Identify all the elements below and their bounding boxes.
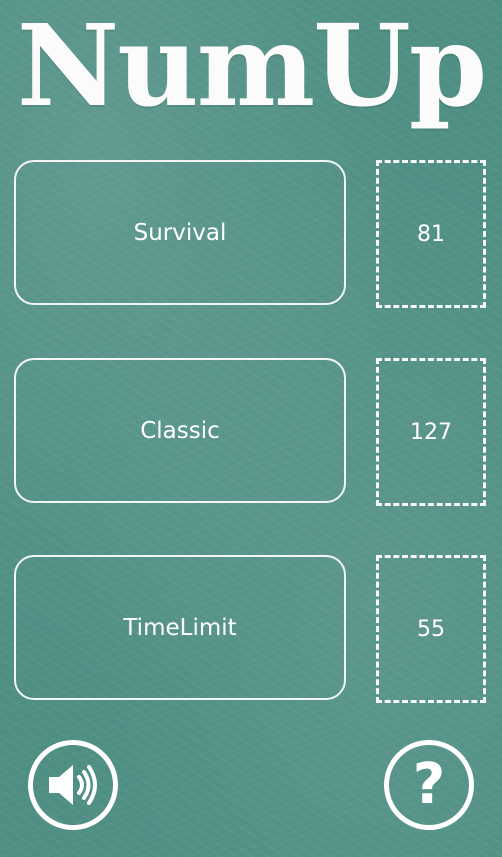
survival-best-score: 81 <box>376 160 486 308</box>
classic-best-score: 127 <box>376 358 486 506</box>
mode-row-timelimit: TimeLimit 55 <box>0 555 502 705</box>
classic-score-value: 127 <box>410 419 452 445</box>
app-title: NumUp <box>16 1 487 132</box>
timelimit-score-value: 55 <box>417 616 445 642</box>
question-mark-icon: ? <box>412 752 446 817</box>
timelimit-best-score: 55 <box>376 555 486 703</box>
help-button[interactable]: ? <box>384 740 474 830</box>
sound-toggle-button[interactable] <box>28 740 118 830</box>
classic-mode-button[interactable]: Classic <box>14 358 346 503</box>
speaker-volume-icon <box>49 765 97 805</box>
classic-mode-label: Classic <box>140 417 220 444</box>
survival-mode-label: Survival <box>133 219 227 246</box>
mode-row-classic: Classic 127 <box>0 358 502 508</box>
survival-mode-button[interactable]: Survival <box>14 160 346 305</box>
mode-row-survival: Survival 81 <box>0 160 502 310</box>
survival-score-value: 81 <box>417 221 445 247</box>
timelimit-mode-button[interactable]: TimeLimit <box>14 555 346 700</box>
timelimit-mode-label: TimeLimit <box>123 614 237 641</box>
